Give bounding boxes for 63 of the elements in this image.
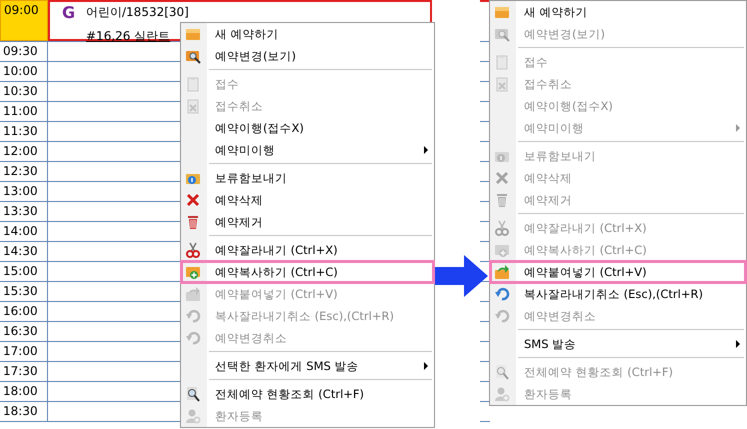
folder-arrow-icon <box>494 264 510 280</box>
time-cell: 15:30 <box>0 282 48 301</box>
clipboard-cross-icon <box>185 98 201 114</box>
time-cell: 09:00 <box>0 0 48 41</box>
trash-icon <box>494 192 510 208</box>
appointment-title: 어린이/18532[30] <box>86 4 189 21</box>
trash-icon <box>185 214 201 230</box>
user-plus-icon <box>185 408 201 424</box>
menu-item[interactable]: 복사잘라내기취소 (Esc),(Ctrl+R) <box>490 283 746 305</box>
menu-item[interactable]: 새 예약하기 <box>490 1 746 23</box>
menu-item[interactable]: 예약잘라내기 (Ctrl+X) <box>181 239 434 261</box>
clipboard-icon <box>494 54 510 70</box>
undo-icon <box>494 308 510 324</box>
undo-icon <box>185 330 201 346</box>
menu-item[interactable]: 예약삭제 <box>181 189 434 211</box>
undo-icon <box>494 286 510 302</box>
time-cell: 14:30 <box>0 242 48 261</box>
scissors-icon <box>494 220 510 236</box>
menu-item[interactable]: 예약변경(보기) <box>181 45 434 67</box>
logo-letter: G <box>62 3 76 22</box>
menu-item[interactable]: 예약이행(접수X) <box>181 117 434 139</box>
time-cell: 09:30 <box>0 42 48 61</box>
cross-icon <box>185 192 201 208</box>
user-plus-icon <box>494 386 510 402</box>
menu-item[interactable]: 예약복사하기 (Ctrl+C) <box>181 261 434 283</box>
time-cell: 16:30 <box>0 322 48 341</box>
menu-item[interactable]: 예약붙여넣기 (Ctrl+V) <box>490 261 746 283</box>
undo-icon <box>185 308 201 324</box>
menu-item[interactable]: 전체예약 현황조회 (Ctrl+F) <box>181 383 434 405</box>
time-cell: 11:30 <box>0 122 48 141</box>
time-cell: 12:00 <box>0 142 48 161</box>
time-cell: 15:00 <box>0 262 48 281</box>
menu-item[interactable]: 예약제거 <box>181 211 434 233</box>
time-cell: 14:00 <box>0 222 48 241</box>
time-cell: 17:30 <box>0 362 48 381</box>
clipboard-icon <box>185 76 201 92</box>
time-cell: 10:30 <box>0 82 48 101</box>
magnifier-icon <box>185 386 201 402</box>
arrow-icon <box>432 255 488 297</box>
folder-icon <box>185 26 201 42</box>
menu-item[interactable]: 선택한 환자에게 SMS 발송 <box>181 355 434 377</box>
folder-icon <box>494 4 510 20</box>
time-cell: 10:00 <box>0 62 48 81</box>
time-cell: 18:30 <box>0 402 48 421</box>
menu-item[interactable]: SMS 발송 <box>490 333 746 355</box>
menu-item[interactable]: 보류함보내기 <box>181 167 434 189</box>
time-cell: 11:00 <box>0 102 48 121</box>
folder-arrow-icon <box>185 286 201 302</box>
scissors-icon <box>185 242 201 258</box>
clipboard-cross-icon <box>494 76 510 92</box>
time-cell: 16:00 <box>0 302 48 321</box>
menu-item[interactable]: 예약미이행 <box>181 139 434 161</box>
folder-plus-icon <box>494 242 510 258</box>
cross-icon <box>494 170 510 186</box>
folder-plus-icon <box>185 264 201 280</box>
time-cell: 18:00 <box>0 382 48 401</box>
time-cell: 12:30 <box>0 162 48 181</box>
time-cell: 13:30 <box>0 202 48 221</box>
magnifier-icon <box>494 364 510 380</box>
folder-search-icon <box>185 48 201 64</box>
time-cell: 13:00 <box>0 182 48 201</box>
folder-search-icon <box>494 26 510 42</box>
time-cell: 17:00 <box>0 342 48 361</box>
